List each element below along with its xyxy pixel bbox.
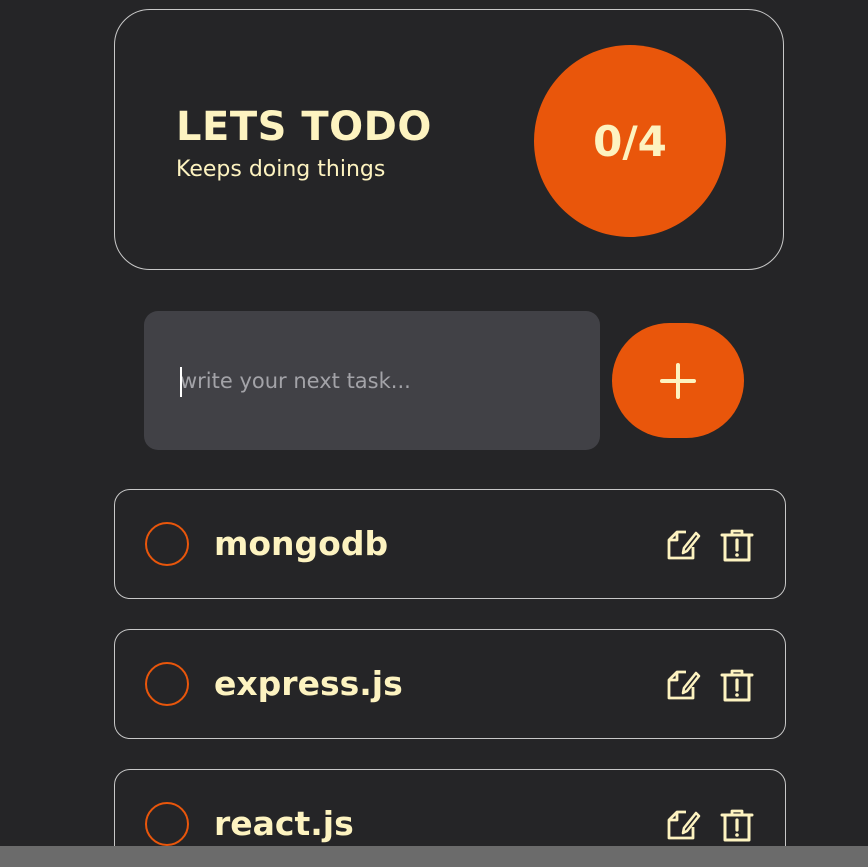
header-card: LETS TODO Keeps doing things 0/4	[114, 9, 784, 270]
todo-text: express.js	[214, 664, 403, 703]
edit-icon[interactable]	[665, 527, 701, 563]
todo-app: LETS TODO Keeps doing things 0/4 mongodb	[0, 0, 868, 867]
plus-icon	[660, 362, 696, 399]
todo-text: react.js	[214, 804, 354, 843]
text-cursor	[180, 367, 182, 397]
trash-icon[interactable]	[719, 667, 755, 703]
edit-icon[interactable]	[665, 807, 701, 843]
app-subtitle: Keeps doing things	[176, 157, 386, 182]
progress-counter: 0/4	[534, 45, 726, 237]
horizontal-scrollbar[interactable]	[0, 846, 868, 867]
todo-checkbox[interactable]	[145, 522, 189, 566]
app-title: LETS TODO	[176, 104, 432, 150]
todo-item: express.js	[114, 629, 786, 739]
todo-text: mongodb	[214, 524, 389, 563]
trash-icon[interactable]	[719, 807, 755, 843]
edit-icon[interactable]	[665, 667, 701, 703]
trash-icon[interactable]	[719, 527, 755, 563]
progress-counter-text: 0/4	[593, 116, 667, 166]
todo-checkbox[interactable]	[145, 802, 189, 846]
todo-item: mongodb	[114, 489, 786, 599]
new-task-input[interactable]	[144, 311, 600, 450]
todo-checkbox[interactable]	[145, 662, 189, 706]
add-task-button[interactable]	[612, 323, 744, 438]
